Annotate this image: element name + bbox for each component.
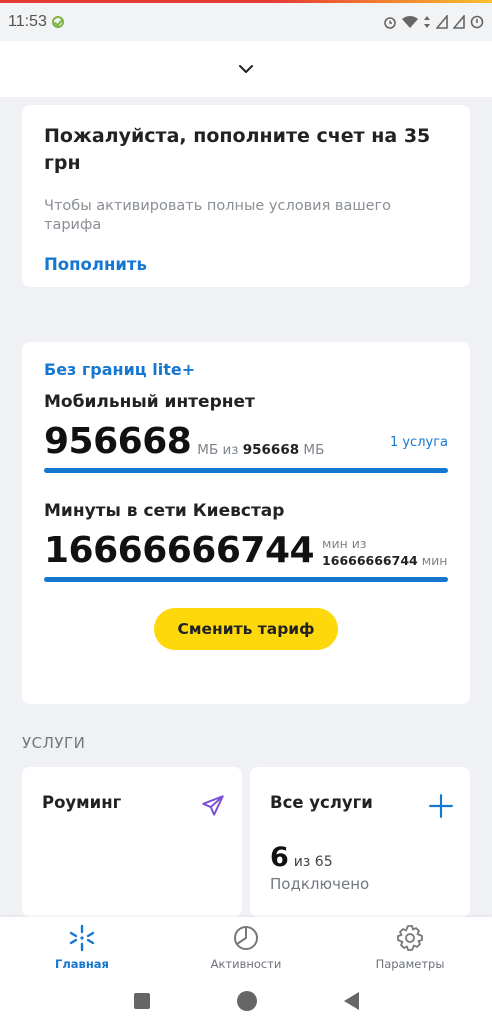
nav-home[interactable]: Главная: [0, 917, 164, 977]
minutes-row: 16666666744 мин из 16666666744 мин: [44, 527, 448, 571]
signal-icon-2: [453, 15, 465, 29]
internet-total: 956668: [242, 442, 300, 458]
topup-link[interactable]: Пополнить: [44, 255, 147, 274]
roaming-title: Роуминг: [42, 793, 122, 812]
internet-unit: МБ из 956668 МБ: [197, 442, 324, 458]
data-arrows-icon: [424, 16, 430, 28]
back-button[interactable]: [343, 991, 359, 1010]
nav-home-label: Главная: [55, 957, 109, 971]
topup-card: Пожалуйста, пополните счет на 35 грн Что…: [22, 105, 470, 287]
minutes-progress-fill: [44, 577, 448, 582]
gear-icon: [397, 925, 423, 951]
topup-title: Пожалуйста, пополните счет на 35 грн: [44, 125, 431, 174]
nav-settings-label: Параметры: [375, 957, 445, 971]
collapse-header[interactable]: [0, 41, 492, 97]
battery-icon: [470, 15, 484, 29]
bottom-navigation: Главная Активности Параметры: [0, 917, 492, 977]
minutes-unit: мин из 16666666744 мин: [322, 535, 447, 569]
internet-progress-bar: [44, 468, 448, 473]
internet-label: Мобильный интернет: [44, 392, 255, 412]
plus-icon[interactable]: [428, 793, 454, 819]
airplane-icon: [202, 795, 224, 816]
status-icons: [383, 15, 484, 29]
alarm-icon: [384, 17, 396, 29]
topup-subtitle: Чтобы активировать полные условия вашего…: [44, 198, 392, 233]
wifi-icon: [402, 15, 418, 28]
services-total: из 65: [293, 854, 333, 870]
all-services-tile[interactable]: Все услуги 6 из 65 Подключено: [250, 767, 470, 917]
internet-total-unit: МБ: [303, 442, 325, 458]
internet-unit-text: МБ из: [197, 442, 239, 458]
services-connected-label: Подключено: [270, 875, 370, 893]
minutes-total-unit: мин: [421, 553, 448, 568]
nav-settings[interactable]: Параметры: [328, 917, 492, 977]
nav-activities-label: Активности: [210, 957, 282, 971]
tariff-card: Без границ lite+ Мобильный интернет 9566…: [22, 342, 470, 704]
system-navigation-bar: [0, 977, 492, 1024]
tariff-name-link[interactable]: Без границ lite+: [44, 360, 448, 379]
home-button[interactable]: [236, 990, 257, 1011]
services-count-row: 6 из 65: [270, 842, 450, 873]
minutes-progress-bar: [44, 577, 448, 582]
roaming-tile[interactable]: Роуминг: [22, 767, 242, 917]
minutes-label: Минуты в сети Киевстар: [44, 501, 285, 521]
services-count-link[interactable]: 1 услуга: [390, 435, 448, 450]
minutes-value: 16666666744: [44, 530, 315, 571]
minutes-total: 16666666744: [322, 553, 418, 568]
minutes-unit-text: мин из: [322, 536, 367, 551]
kyivstar-star-icon: [69, 924, 95, 952]
check-circle-icon: [51, 16, 64, 28]
internet-value: 956668: [44, 421, 192, 462]
recents-button[interactable]: [133, 992, 150, 1009]
internet-row: 956668 МБ из 956668 МБ 1 услуга: [44, 418, 448, 462]
pie-chart-icon: [234, 926, 258, 950]
services-count: 6: [270, 842, 289, 873]
internet-progress-fill: [44, 468, 448, 473]
nav-activities[interactable]: Активности: [164, 917, 328, 977]
all-services-title: Все услуги: [270, 793, 373, 812]
services-section-title: УСЛУГИ: [22, 734, 86, 752]
status-bar: 11:53: [0, 3, 492, 41]
status-time: 11:53: [8, 13, 47, 30]
chevron-down-icon[interactable]: [237, 60, 255, 78]
change-tariff-button[interactable]: Сменить тариф: [154, 608, 338, 650]
signal-icon: [436, 15, 448, 29]
